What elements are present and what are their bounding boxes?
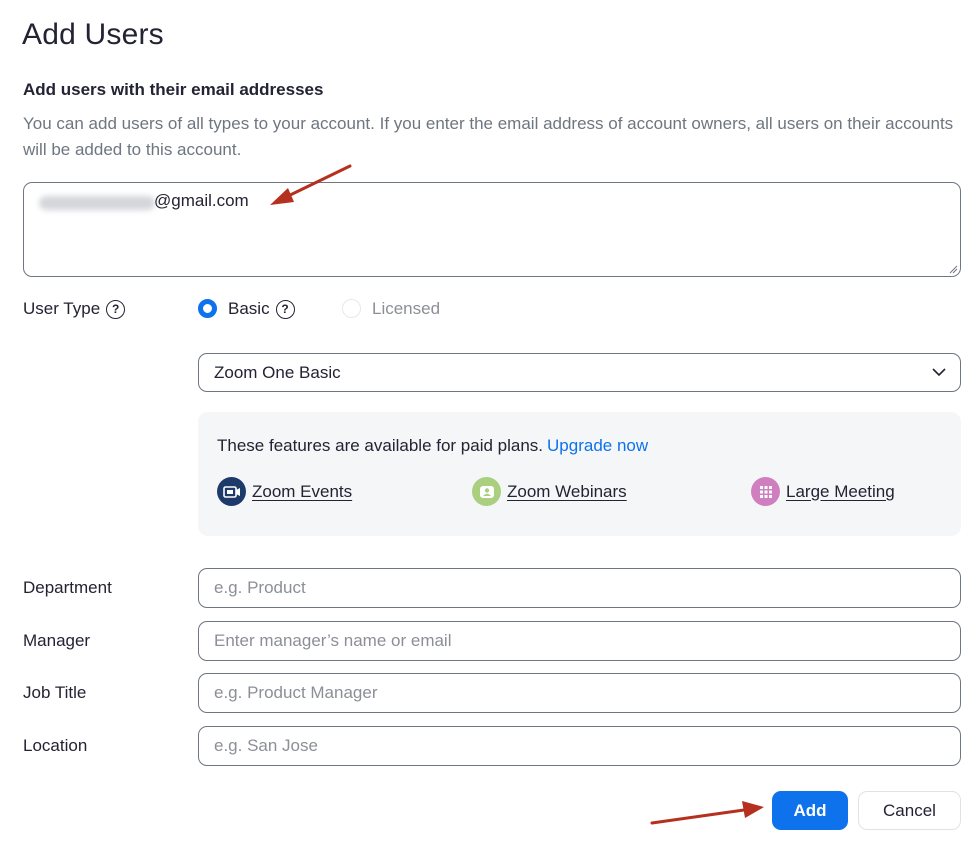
department-label: Department (23, 578, 112, 597)
radio-licensed[interactable] (342, 299, 361, 318)
location-input[interactable] (198, 726, 961, 766)
paid-features-text: These features are available for paid pl… (217, 436, 648, 456)
chevron-down-icon (932, 368, 946, 377)
page-title: Add Users (22, 18, 164, 51)
paid-features-message: These features are available for paid pl… (217, 436, 544, 455)
location-label: Location (23, 736, 88, 755)
zoom-webinars-link[interactable]: Zoom Webinars (472, 477, 627, 506)
job-title-input[interactable] (198, 673, 961, 713)
zoom-events-label: Zoom Events (252, 481, 353, 501)
cancel-button[interactable]: Cancel (858, 791, 961, 830)
add-button[interactable]: Add (772, 791, 848, 830)
radio-basic-text: Basic (228, 299, 270, 318)
manager-input[interactable] (198, 621, 961, 661)
plan-select-value: Zoom One Basic (214, 363, 341, 382)
section-subtitle: Add users with their email addresses (23, 80, 324, 99)
blurred-email-local-part (39, 196, 155, 210)
radio-licensed-label[interactable]: Licensed (372, 299, 440, 319)
plan-select[interactable]: Zoom One Basic (198, 353, 961, 392)
zoom-events-link[interactable]: Zoom Events (217, 477, 352, 506)
manager-label: Manager (23, 631, 91, 650)
radio-basic[interactable] (198, 299, 217, 318)
help-icon[interactable]: ? (106, 300, 126, 320)
zoom-webinars-icon (472, 477, 501, 506)
user-type-label-text: User Type (23, 299, 101, 318)
email-addresses-textarea[interactable]: @gmail.com (23, 182, 961, 277)
upgrade-now-link[interactable]: Upgrade now (547, 436, 648, 455)
section-description: You can add users of all types to your a… (23, 114, 954, 159)
resize-handle-icon[interactable] (948, 264, 958, 274)
large-meeting-icon (751, 477, 780, 506)
job-title-label: Job Title (23, 683, 87, 702)
annotation-arrow-icon (650, 801, 764, 825)
email-domain-text: @gmail.com (154, 191, 249, 210)
radio-basic-label[interactable]: Basic? (228, 299, 295, 320)
department-input[interactable] (198, 568, 961, 608)
zoom-webinars-label: Zoom Webinars (507, 481, 627, 501)
large-meeting-label: Large Meeting (786, 481, 895, 501)
help-icon[interactable]: ? (275, 300, 295, 320)
paid-features-panel: These features are available for paid pl… (198, 412, 961, 536)
user-type-label: User Type? (23, 299, 126, 320)
zoom-events-icon (217, 477, 246, 506)
large-meeting-link[interactable]: Large Meeting (751, 477, 895, 506)
